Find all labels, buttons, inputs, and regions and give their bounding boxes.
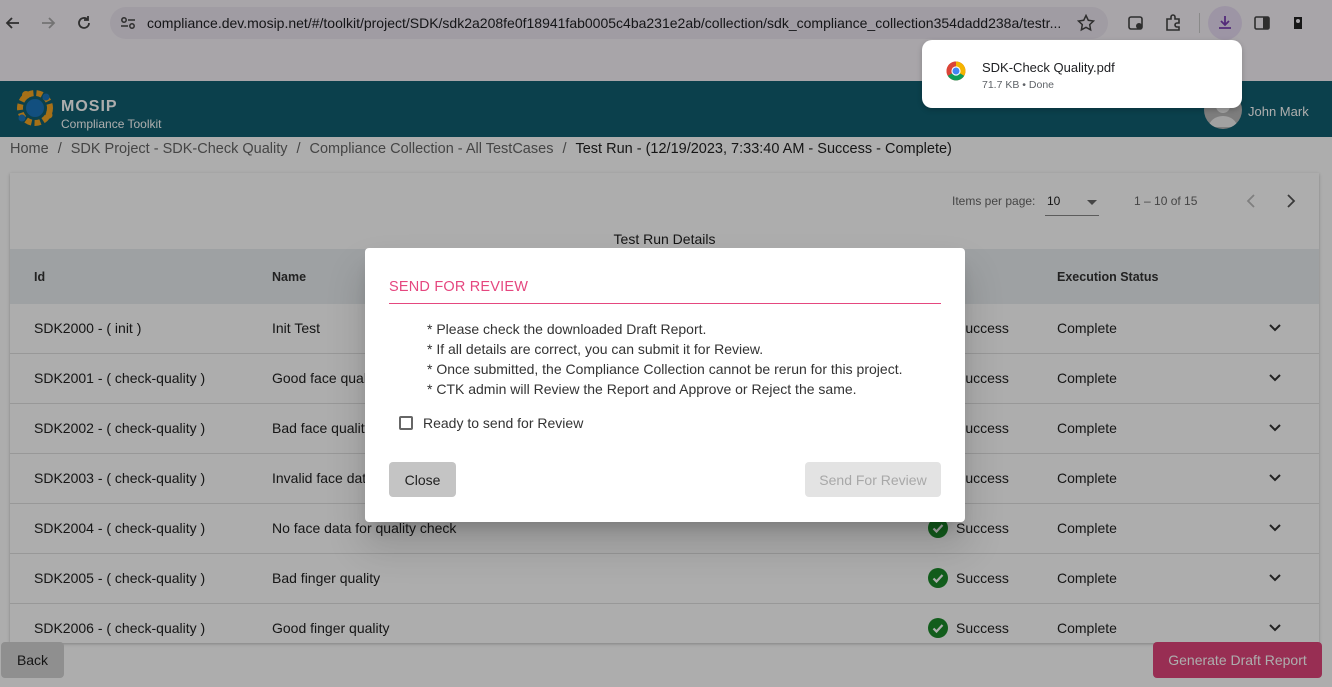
send-for-review-button[interactable]: Send For Review — [805, 462, 941, 497]
download-status: Done — [1028, 79, 1055, 91]
dialog-title-divider — [389, 303, 941, 304]
download-bubble: SDK-Check Quality.pdf 71.7 KB • Done — [922, 40, 1242, 108]
dialog-note: * If all details are correct, you can su… — [427, 341, 764, 357]
download-separator: • — [1022, 79, 1026, 91]
ready-checkbox-label[interactable]: Ready to send for Review — [423, 415, 583, 431]
dialog-notes: * Please check the downloaded Draft Repo… — [427, 319, 902, 399]
send-for-review-dialog: SEND FOR REVIEW * Please check the downl… — [365, 248, 965, 522]
download-filename[interactable]: SDK-Check Quality.pdf — [982, 60, 1115, 75]
dialog-title: SEND FOR REVIEW — [389, 279, 529, 295]
dialog-note: * CTK admin will Review the Report and A… — [427, 381, 857, 397]
download-size: 71.7 KB — [982, 79, 1020, 91]
ready-checkbox[interactable] — [399, 416, 413, 430]
close-button[interactable]: Close — [389, 462, 456, 497]
chrome-icon — [946, 61, 966, 81]
download-meta: 71.7 KB • Done — [982, 79, 1054, 91]
dialog-note: * Please check the downloaded Draft Repo… — [427, 321, 707, 337]
dialog-note: * Once submitted, the Compliance Collect… — [427, 361, 903, 377]
